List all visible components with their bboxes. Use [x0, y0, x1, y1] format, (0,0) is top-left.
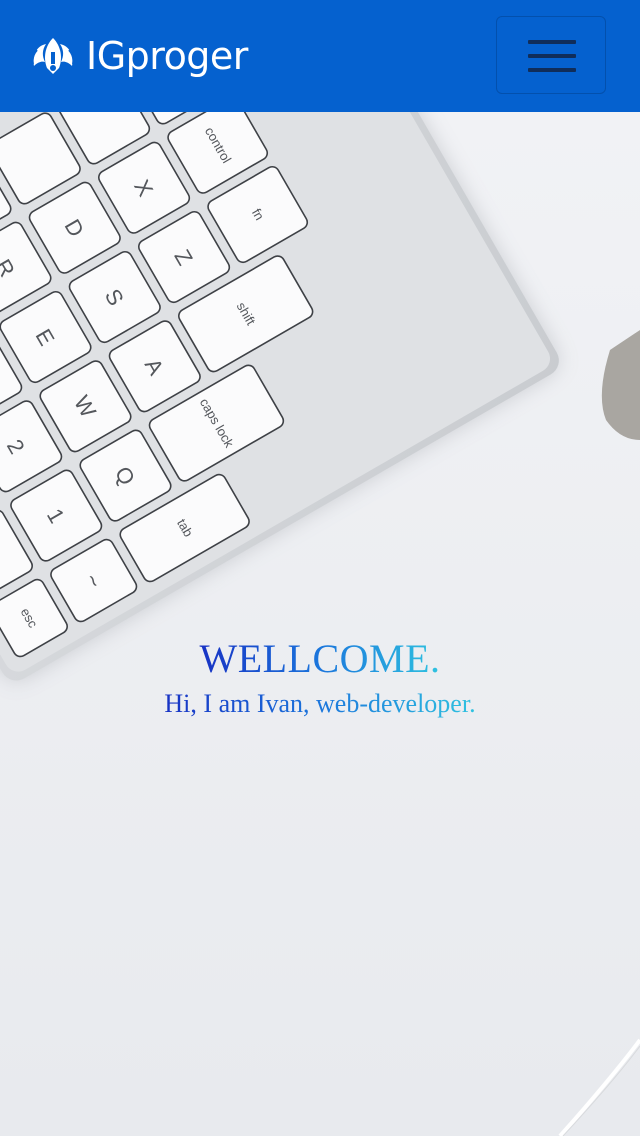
brand-name: IGproger	[86, 34, 248, 78]
hero-headline: WELLCOME.	[199, 636, 441, 681]
keyboard-photo: esc~tab1Qcaps lock2WAshift3ESZfn4RDXcont…	[0, 0, 640, 1136]
navbar: IGproger	[0, 0, 640, 112]
hamburger-menu-icon	[528, 68, 576, 72]
hero-subline: Hi, I am Ivan, web-developer.	[164, 689, 476, 718]
winged-emblem-icon	[31, 38, 75, 74]
hamburger-menu-icon	[528, 54, 576, 58]
hamburger-menu-icon	[528, 40, 576, 44]
navbar-toggler-button[interactable]	[496, 16, 606, 94]
brand-link[interactable]: IGproger	[30, 34, 248, 78]
hero-background: esc~tab1Qcaps lock2WAshift3ESZfn4RDXcont…	[0, 0, 640, 1136]
